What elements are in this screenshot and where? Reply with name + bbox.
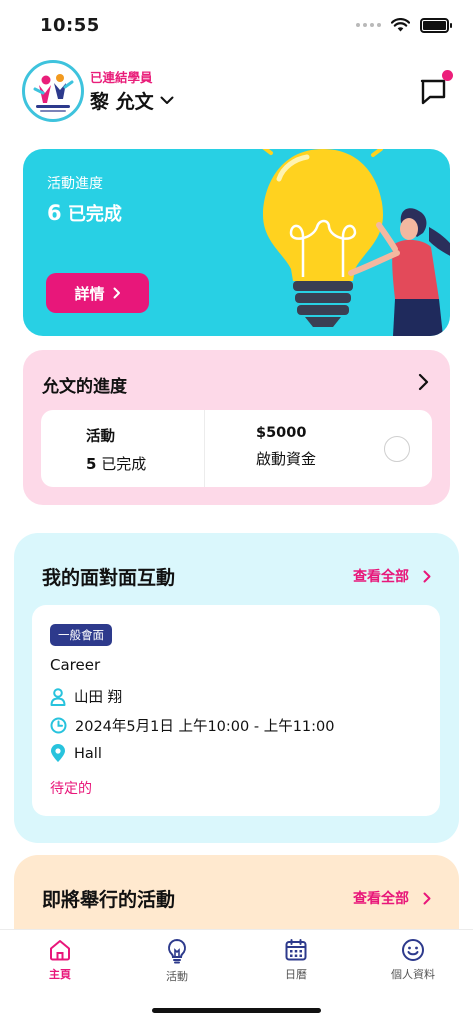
status-icons: [356, 16, 452, 34]
home-indicator: [152, 1008, 321, 1013]
calendar-icon: [285, 939, 307, 961]
meeting-location: Hall: [74, 745, 102, 762]
tab-profile-label: 個人資料: [391, 968, 435, 981]
messages-button[interactable]: [419, 70, 453, 106]
battery-icon: [420, 17, 452, 33]
child-progress-title: 允文的進度: [42, 377, 127, 397]
see-all-label: 查看全部: [353, 569, 409, 585]
meeting-person-row: 山田 翔: [50, 686, 122, 707]
location-pin-icon: [51, 744, 65, 762]
fund-amount: $5000: [256, 425, 307, 441]
chevron-right-icon: [113, 287, 120, 299]
meeting-time-row: 2024年5月1日 上午10:00 - 上午11:00: [50, 715, 334, 736]
activity-suffix: 已完成: [101, 455, 147, 473]
activity-completed: 5 已完成: [86, 453, 146, 474]
tab-profile[interactable]: 個人資料: [363, 938, 463, 982]
details-button-label: 詳情: [74, 284, 105, 303]
meeting-person: 山田 翔: [74, 690, 123, 706]
child-progress-card[interactable]: 允文的進度 活動 5 已完成 $5000 啟動資金: [23, 350, 450, 505]
student-switcher[interactable]: 黎 允文: [90, 87, 174, 114]
notification-badge: [442, 70, 453, 81]
meeting-status: 待定的: [50, 781, 92, 797]
see-all-label: 查看全部: [353, 891, 409, 907]
fund-status-radio[interactable]: [384, 436, 410, 462]
smiley-icon: [402, 939, 424, 961]
completed-suffix: 已完成: [67, 204, 122, 225]
activity-progress-card: 活動進度 6 已完成 詳情: [23, 149, 450, 336]
lightbulb-illustration: [262, 149, 450, 336]
divider: [204, 410, 205, 487]
activity-count: 5: [86, 455, 97, 473]
meeting-title: Career: [50, 656, 101, 674]
startup-fund-stat: $5000 啟動資金: [256, 425, 316, 469]
linked-student-label: 已連結學員: [90, 70, 153, 85]
home-icon: [50, 940, 70, 961]
details-button[interactable]: 詳情: [46, 273, 149, 313]
meeting-datetime: 2024年5月1日 上午10:00 - 上午11:00: [75, 719, 335, 735]
tab-activities[interactable]: 活動: [127, 938, 227, 984]
person-icon: [50, 687, 66, 706]
face-to-face-title: 我的面對面互動: [42, 567, 176, 589]
fund-label: 啟動資金: [256, 450, 317, 468]
chevron-down-icon: [160, 96, 174, 104]
status-time: 10:55: [40, 15, 100, 36]
chevron-right-icon: [423, 892, 431, 904]
upcoming-see-all-link[interactable]: 查看全部: [353, 888, 431, 908]
tab-activities-label: 活動: [166, 970, 188, 983]
tab-calendar[interactable]: 日曆: [246, 938, 346, 982]
activity-completed-count: 6 已完成: [47, 200, 122, 226]
chevron-right-icon: [423, 570, 431, 582]
student-name: 黎 允文: [90, 91, 154, 113]
lightbulb-icon: [168, 938, 186, 964]
activity-label: 活動: [86, 429, 115, 445]
tab-home-label: 主頁: [49, 968, 71, 981]
tab-calendar-label: 日曆: [285, 968, 307, 981]
face-to-face-section: 我的面對面互動 查看全部 一般會面 Career 山田 翔 2024年5月1日 …: [14, 533, 459, 843]
wifi-icon: [391, 18, 410, 32]
face-to-face-see-all-link[interactable]: 查看全部: [353, 566, 431, 586]
tab-home[interactable]: 主頁: [10, 938, 110, 982]
meeting-location-row: Hall: [50, 744, 102, 763]
meeting-card[interactable]: 一般會面 Career 山田 翔 2024年5月1日 上午10:00 - 上午1…: [32, 605, 440, 816]
organization-logo: [22, 60, 84, 122]
chat-icon: [420, 79, 446, 105]
clock-icon: [50, 717, 67, 734]
status-bar: 10:55: [0, 0, 473, 52]
header: 已連結學員 黎 允文: [0, 58, 473, 126]
signal-icon: [356, 23, 381, 27]
activity-progress-title: 活動進度: [47, 176, 103, 192]
upcoming-activities-title: 即將舉行的活動: [42, 889, 176, 911]
activity-stat: 活動 5 已完成: [86, 425, 146, 474]
meeting-type-badge: 一般會面: [50, 624, 112, 646]
chevron-right-icon[interactable]: [416, 372, 432, 392]
child-progress-summary: 活動 5 已完成 $5000 啟動資金: [41, 410, 432, 487]
completed-number: 6: [47, 201, 62, 225]
